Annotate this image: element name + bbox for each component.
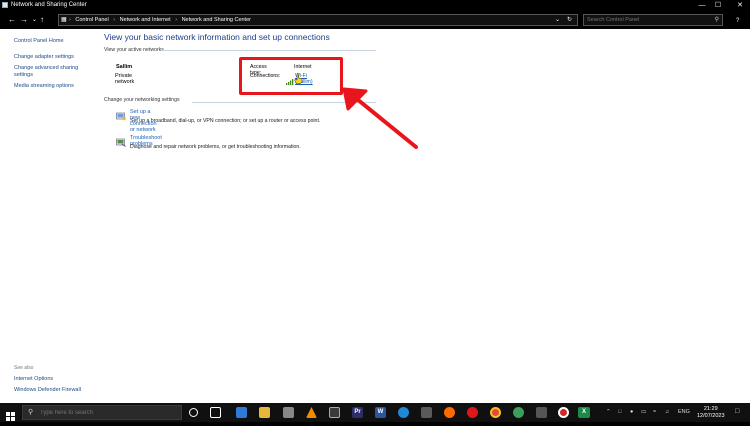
help-icon[interactable]: ? <box>736 16 739 26</box>
language-indicator[interactable]: ENG <box>678 408 690 417</box>
recorder-icon[interactable] <box>558 407 569 418</box>
active-networks-label: View your active networks <box>104 47 164 53</box>
close-button[interactable]: ✕ <box>735 1 745 10</box>
edge-icon[interactable] <box>236 407 247 418</box>
taskbar: ⚲ Pr W X ⌃ □ ● ▭ ≈ ♫ ENG 21:29 12/07/202… <box>0 403 750 422</box>
sidebar-item-windows-defender-firewall[interactable]: Windows Defender Firewall <box>14 387 81 393</box>
sidebar: Control Panel Home Change adapter settin… <box>0 29 95 403</box>
setup-new-connection-description: Set up a broadband, dial-up, or VPN conn… <box>130 118 321 124</box>
wifi-tray-icon[interactable]: ≈ <box>653 408 656 417</box>
breadcrumb: › Control Panel › Network and Internet ›… <box>69 15 254 25</box>
cortana-icon[interactable] <box>189 408 198 417</box>
premiere-icon[interactable]: Pr <box>352 407 363 418</box>
chrome-icon[interactable] <box>490 407 501 418</box>
battery-icon[interactable]: ▭ <box>641 408 646 417</box>
firefox-icon[interactable] <box>444 407 455 418</box>
new-connection-icon <box>116 108 126 121</box>
network-tray-icon[interactable]: □ <box>618 408 621 417</box>
search-field[interactable]: ⚲ <box>583 14 723 26</box>
breadcrumb-network-internet[interactable]: Network and Internet <box>120 17 171 23</box>
opera-icon[interactable] <box>467 407 478 418</box>
page-title: View your basic network information and … <box>104 32 330 42</box>
control-panel-icon: ▦ <box>61 17 67 23</box>
search-icon: ⚲ <box>28 409 34 416</box>
notifications-icon[interactable]: □ <box>735 407 739 416</box>
microphone-icon[interactable]: ● <box>630 408 633 417</box>
breadcrumb-separator-icon: › <box>175 17 178 23</box>
sidebar-item-internet-options[interactable]: Internet Options <box>14 376 53 382</box>
breadcrumb-separator-icon: › <box>113 17 116 23</box>
see-also-heading: See also <box>14 365 34 371</box>
sidebar-item-control-panel-home[interactable]: Control Panel Home <box>14 38 64 44</box>
clock-time: 21:29 <box>703 406 718 412</box>
photos-icon[interactable] <box>421 407 432 418</box>
sidebar-item-change-advanced-sharing-cont[interactable]: settings <box>14 72 33 78</box>
taskbar-search-input[interactable] <box>40 406 160 419</box>
forward-arrow-icon[interactable]: → <box>20 15 28 25</box>
search-icon[interactable]: ⚲ <box>715 15 719 25</box>
sidebar-item-change-advanced-sharing[interactable]: Change advanced sharing <box>14 65 78 71</box>
dropdown-chevron-icon[interactable]: ⌄ <box>555 15 560 25</box>
annotation-arrow-icon <box>342 87 418 149</box>
excel-icon[interactable]: X <box>578 407 590 418</box>
breadcrumb-separator-icon: › <box>69 17 71 23</box>
network-name: Sallim <box>116 64 133 70</box>
sidebar-item-media-streaming[interactable]: Media streaming options <box>14 83 74 89</box>
annotation-highlight-box <box>239 57 343 95</box>
sidebar-item-change-adapter-settings[interactable]: Change adapter settings <box>14 54 74 60</box>
network-sharing-center-window: Network and Sharing Center — ☐ ✕ ← → ⌄ ↑… <box>0 0 750 403</box>
troubleshoot-icon <box>116 134 126 147</box>
task-view-icon[interactable] <box>210 407 221 418</box>
app-icon[interactable] <box>329 407 340 418</box>
search-input[interactable] <box>587 17 707 23</box>
edge-browser-icon[interactable] <box>398 407 409 418</box>
breadcrumb-control-panel[interactable]: Control Panel <box>75 17 108 23</box>
taskbar-search-box[interactable]: ⚲ <box>22 405 182 420</box>
back-arrow-icon[interactable]: ← <box>8 15 16 25</box>
file-explorer-icon[interactable] <box>259 407 270 418</box>
volume-icon[interactable]: ♫ <box>665 408 669 417</box>
breadcrumb-network-sharing-center[interactable]: Network and Sharing Center <box>182 17 251 23</box>
address-toolbar: ← → ⌄ ↑ ▦ › Control Panel › Network and … <box>0 11 750 29</box>
tray-chevron-icon[interactable]: ⌃ <box>606 408 611 417</box>
refresh-icon[interactable]: ↻ <box>567 15 572 25</box>
app-icon-2[interactable] <box>536 407 547 418</box>
change-settings-label: Change your networking settings <box>104 97 180 103</box>
window-title: Network and Sharing Center <box>11 2 87 8</box>
divider <box>161 50 376 51</box>
minimize-button[interactable]: — <box>697 1 707 10</box>
clock[interactable]: 21:29 12/07/2023 <box>697 406 725 420</box>
troubleshoot-problems-description: Diagnose and repair network problems, or… <box>130 144 301 150</box>
network-type: Private network <box>115 73 135 85</box>
maps-icon[interactable] <box>513 407 524 418</box>
mail-icon[interactable] <box>283 407 294 418</box>
maximize-button[interactable]: ☐ <box>713 1 723 10</box>
title-bar: Network and Sharing Center — ☐ ✕ <box>0 0 750 11</box>
vlc-icon[interactable] <box>306 407 317 418</box>
clock-date: 12/07/2023 <box>697 413 725 419</box>
network-center-icon <box>2 2 8 8</box>
recent-locations-chevron-icon[interactable]: ⌄ <box>32 15 37 25</box>
up-arrow-icon[interactable]: ↑ <box>40 15 44 25</box>
start-windows-icon[interactable] <box>6 408 15 426</box>
word-icon[interactable]: W <box>375 407 386 418</box>
address-field[interactable]: ▦ › Control Panel › Network and Internet… <box>58 14 578 26</box>
